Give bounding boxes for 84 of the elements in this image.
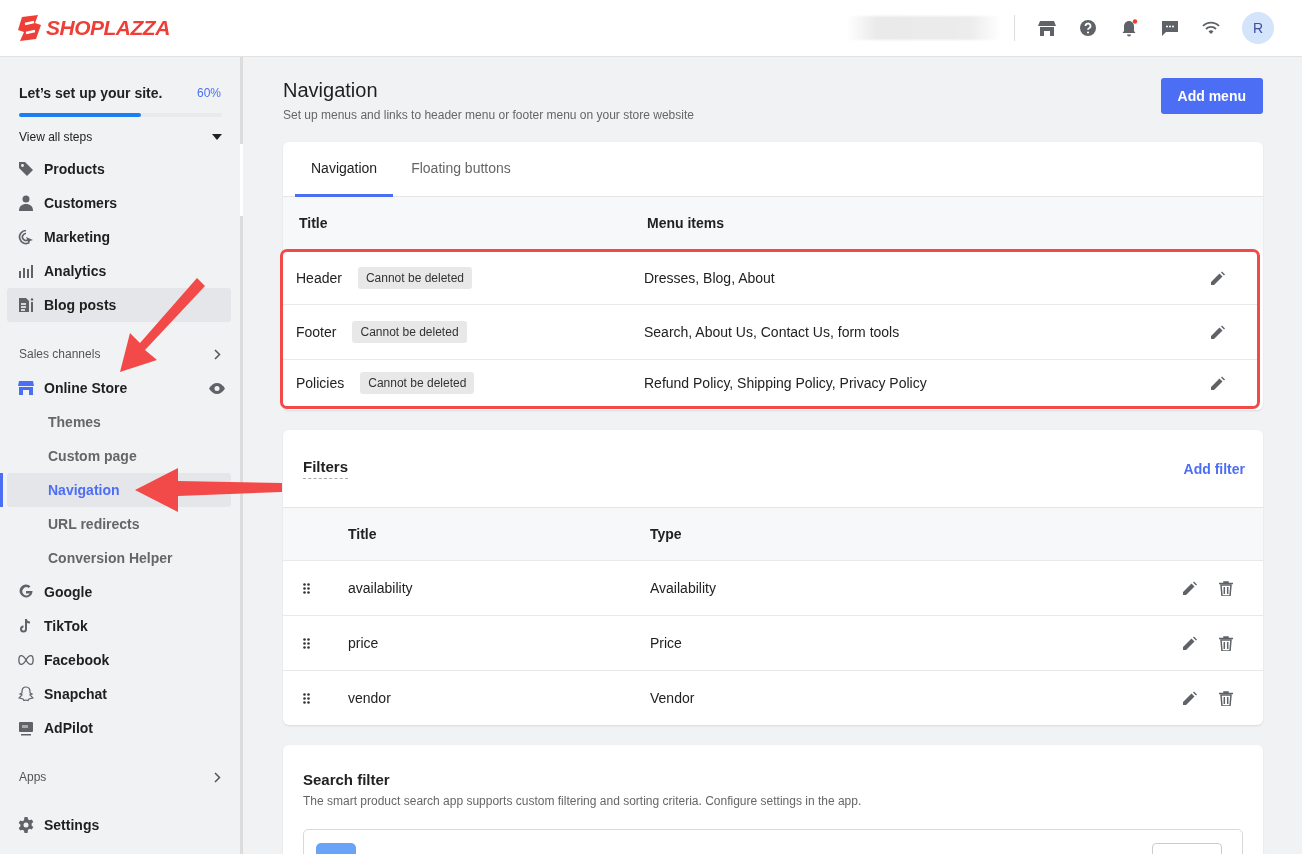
section-header[interactable]: Apps [19,760,221,794]
wifi-icon[interactable] [1202,21,1220,35]
sidebar-item[interactable]: Analytics [7,254,231,288]
menu-items-text: Dresses, Blog, About [644,270,776,286]
drag-handle-icon[interactable] [303,692,310,704]
bar-chart-icon [18,263,34,279]
setup-title: Let’s set up your site. [19,85,163,101]
edit-icon[interactable] [1211,325,1225,339]
sidebar-item[interactable]: Snapchat [7,677,231,711]
view-steps-toggle[interactable]: View all steps [19,126,222,148]
menu-items-text: Search, About Us, Contact Us, form tools [644,324,901,340]
filter-title: vendor [348,690,392,706]
tab[interactable]: Floating buttons [395,142,527,197]
card-title: Filters [303,458,348,479]
sidebar-item[interactable]: Conversion Helper [7,541,231,575]
sidebar-item[interactable]: Facebook [7,643,231,677]
sidebar-item[interactable]: Settings [7,808,231,842]
page-subtitle: Set up menus and links to header menu or footer menu on your store website [283,108,694,122]
caret-icon [212,134,222,140]
card-title: Search filter [303,771,391,788]
sidebar-item[interactable]: Online Store [7,371,231,405]
sidebar-item[interactable]: Custom page [7,439,231,473]
sidebar-item[interactable]: Themes [7,405,231,439]
trash-icon[interactable] [1219,690,1233,706]
status-badge: Cannot be deleted [352,321,467,343]
filter-title: price [348,635,380,651]
tag-icon [18,161,34,177]
trash-icon[interactable] [1219,635,1233,651]
menu-title: Header [296,270,342,286]
menu-items-text: Refund Policy, Shipping Policy, Privacy Policy [644,375,928,391]
page-title: Navigation [283,79,379,102]
edit-icon[interactable] [1183,635,1197,650]
section-header[interactable]: Sales channels [19,337,221,371]
sidebar-item[interactable]: Marketing [7,220,231,254]
column-header: Title [348,526,378,542]
filter-type: Vendor [650,690,696,706]
setup-percent: 60% [196,86,221,100]
sidebar-item[interactable]: TikTok [7,609,231,643]
help-icon[interactable] [1079,19,1097,37]
infinity-icon [18,654,34,666]
sidebar-item[interactable]: Customers [7,186,231,220]
store-icon [18,380,34,396]
menu-title: Policies [296,375,345,391]
chat-icon[interactable] [1161,19,1179,37]
document-icon [18,297,34,313]
target-icon [18,229,34,245]
selection-bar [0,473,3,507]
trash-icon[interactable] [1219,580,1233,596]
settings-icon [18,817,34,833]
person-icon [18,195,34,211]
edit-icon[interactable] [1183,580,1197,595]
add-filter-link[interactable]: Add filter [1183,460,1245,477]
drag-handle-icon[interactable] [303,637,310,649]
status-badge: Cannot be deleted [360,372,475,394]
drag-handle-icon[interactable] [303,582,310,594]
monitor-icon [18,720,34,736]
column-header: Title [299,215,329,231]
status-badge: Cannot be deleted [357,267,472,289]
chevron-icon [214,348,221,360]
sidebar-item[interactable]: Blog posts [7,288,231,322]
filter-type: Availability [650,580,717,596]
edit-icon[interactable] [1211,271,1225,285]
filter-title: availability [348,580,414,596]
column-header: Menu items [647,215,725,231]
edit-icon[interactable] [1183,690,1197,705]
logo-icon [18,15,42,41]
sidebar-item[interactable]: Google [7,575,231,609]
column-header: Type [650,526,683,542]
sidebar-item[interactable]: Products [7,152,231,186]
sidebar-item[interactable]: AdPilot [7,711,231,745]
add-menu-button[interactable]: Add menu [1160,78,1263,114]
bell-icon[interactable] [1120,19,1138,37]
edit-icon[interactable] [1211,376,1225,390]
brand-name: SHOPLAZZA [46,16,170,40]
sidebar-item[interactable]: URL redirects [7,507,231,541]
filter-type: Price [650,635,683,651]
chevron-icon [214,771,221,783]
google-icon [18,584,34,600]
card-description: The smart product search app supports custom filtering and sorting criteria. Configure settings in the app. [303,794,863,808]
user-avatar[interactable]: R [1242,12,1274,44]
eye-icon[interactable] [209,382,225,394]
ghost-icon [18,686,34,702]
store-icon[interactable] [1038,20,1056,36]
menu-title: Footer [296,324,337,340]
